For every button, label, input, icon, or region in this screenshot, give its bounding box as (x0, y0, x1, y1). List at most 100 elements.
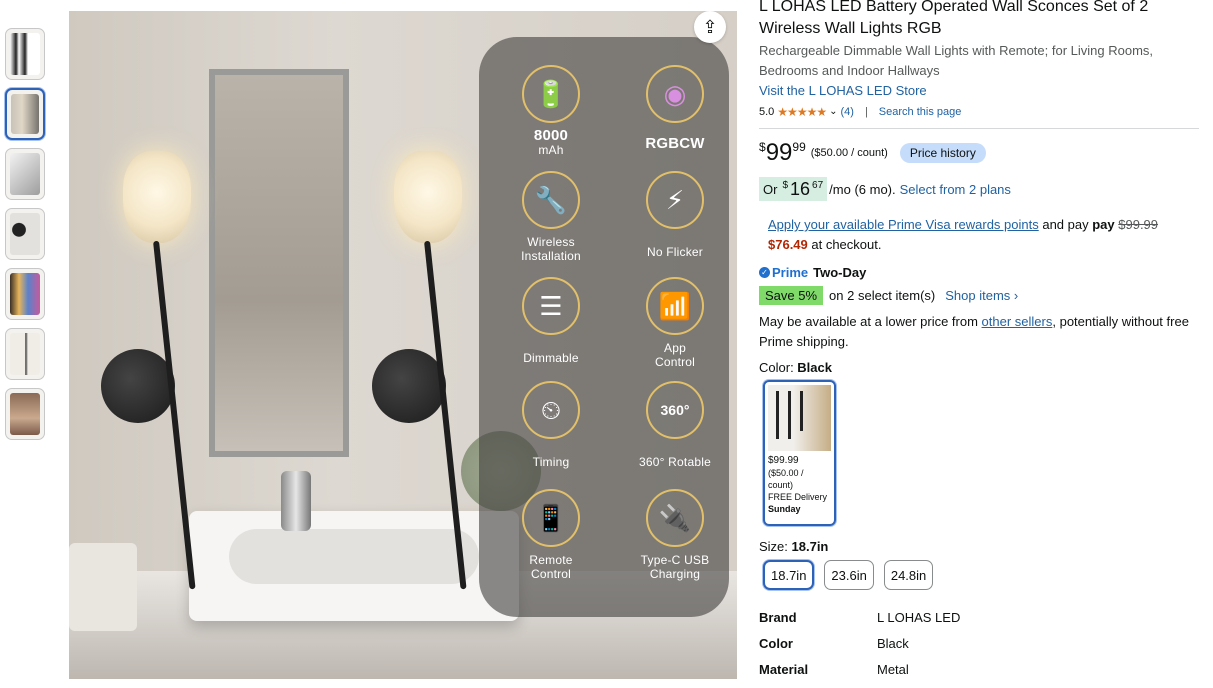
prime-delivery-row: ✓ Prime Two-Day (759, 265, 1199, 280)
thumbnail-1[interactable] (5, 28, 45, 80)
installment-fraction: 67 (812, 180, 824, 191)
lamp-shade (123, 151, 191, 243)
thumbnail-image (11, 94, 39, 134)
prime-delivery-speed: Two-Day (813, 265, 867, 280)
visa-discounted-price: $76.49 (768, 237, 808, 252)
installments-row: Or $ 16 67 /mo (6 mo). Select from 2 pla… (759, 177, 1199, 201)
feature-timing: ⏲ Timing (496, 381, 606, 469)
wrench-icon: 🔧 (522, 171, 580, 229)
rating-value: 5.0 (759, 106, 775, 118)
thumbnail-3[interactable] (5, 148, 45, 200)
visa-original-price: $99.99 (1118, 217, 1159, 232)
thumbnail-5[interactable] (5, 268, 45, 320)
size-label-text: Size: (759, 539, 792, 554)
faucet (281, 471, 311, 531)
select-plans-link[interactable]: Select from 2 plans (900, 182, 1011, 197)
save-row: Save 5% on 2 select item(s) Shop items › (759, 286, 1199, 305)
feature-battery: 🔋 8000 mAh (496, 65, 606, 157)
color-option-price: $99.99 (768, 455, 799, 466)
size-option-18-7in[interactable]: 18.7in (763, 560, 815, 590)
feature-app-control: 📶 App Control (620, 277, 730, 369)
mirror (209, 69, 349, 457)
feature-360-rotable: 360° 360° Rotable (620, 381, 730, 469)
lamp-shade (394, 151, 462, 243)
thumbnail-image (10, 213, 40, 255)
thumbnail-2[interactable] (5, 88, 45, 140)
spec-row: Color Black (759, 630, 1199, 656)
feature-value: RGBCW (645, 135, 705, 152)
thumbnail-image (10, 33, 40, 75)
price-whole: 99 (765, 139, 793, 166)
wall-sconce-left (101, 151, 201, 611)
feature-value: 8000 (533, 127, 569, 144)
spec-value: Black (877, 635, 909, 651)
installment-symbol: $ (782, 180, 789, 191)
color-label: Color: Black (759, 360, 1199, 375)
thumbnail-image (10, 393, 40, 435)
main-product-image[interactable]: 🔋 8000 mAh ◉ RGBCW 🔧 Wireless Installati… (69, 11, 737, 679)
other-sellers-link[interactable]: other sellers (982, 314, 1053, 329)
lower-price-prefix: May be available at a lower price from (759, 314, 982, 329)
color-option-image (768, 385, 831, 451)
battery-icon: 🔋 (522, 65, 580, 123)
feature-label: No Flicker (646, 245, 703, 259)
size-options: 18.7in 23.6in 24.8in (763, 560, 1199, 590)
color-option-per-count: ($50.00 / count) (768, 468, 804, 490)
star-rating-icon[interactable]: ★★★★★ (777, 102, 827, 122)
size-option-23-6in[interactable]: 23.6in (824, 560, 874, 590)
rotate-360-icon: 360° (646, 381, 704, 439)
thumbnail-image (10, 153, 40, 195)
review-count-link[interactable]: (4) (840, 102, 853, 122)
search-page-link[interactable]: Search this page (879, 102, 962, 122)
product-subtitle: Rechargeable Dimmable Wall Lights with R… (759, 43, 1154, 78)
spec-value: Metal (877, 661, 909, 677)
spec-key: Brand (759, 609, 797, 625)
spec-key: Material (759, 661, 809, 677)
size-option-24-8in[interactable]: 24.8in (883, 560, 934, 590)
feature-label: Type-C USB Charging (640, 553, 710, 581)
installment-amount: 16 (790, 179, 811, 199)
color-label-text: Color: (759, 360, 798, 375)
feature-rgbcw: ◉ RGBCW (620, 65, 730, 151)
wall-sconce-right (372, 151, 472, 611)
price-per-count: ($50.00 / count) (810, 147, 888, 159)
store-link[interactable]: Visit the L LOHAS LED Store (759, 81, 1199, 101)
product-details: L LOHAS LED Battery Operated Wall Sconce… (759, 0, 1199, 682)
prime-visa-link[interactable]: Apply your available Prime Visa rewards … (768, 217, 1039, 232)
save-text: on 2 select item(s) (829, 288, 936, 303)
feature-wireless-installation: 🔧 Wireless Installation (496, 171, 606, 263)
thumbnail-6[interactable] (5, 328, 45, 380)
thumbnail-4[interactable] (5, 208, 45, 260)
visa-and-pay: and pay (1038, 217, 1093, 232)
feature-label: Remote Control (529, 553, 573, 581)
prime-logo: ✓ Prime (759, 265, 808, 280)
feature-label: Timing (532, 455, 570, 469)
prime-label: Prime (772, 265, 809, 280)
feature-label: Dimmable (523, 351, 579, 365)
feature-label: 360° Rotable (639, 455, 711, 469)
size-selected: 18.7in (791, 539, 829, 554)
wifi-phone-icon: 📶 (646, 277, 704, 335)
price-row: $ 99 99 ($50.00 / count) Price history (759, 138, 1199, 168)
color-option-day: Sunday (768, 504, 801, 514)
thumbnail-7[interactable] (5, 388, 45, 440)
feature-dimmable: ☰ Dimmable (496, 277, 606, 365)
save-badge: Save 5% (759, 286, 824, 305)
feature-no-flicker: ⚡ No Flicker (620, 171, 730, 259)
spec-table: Brand L LOHAS LED Color Black Material M… (759, 604, 1199, 682)
prime-visa-offer: Apply your available Prime Visa rewards … (768, 217, 1159, 252)
spec-row: Material Metal (759, 656, 1199, 682)
timer-icon: ⏲ (522, 381, 580, 439)
lower-price-notice: May be available at a lower price from o… (759, 312, 1189, 352)
rgb-color-icon: ◉ (646, 65, 704, 123)
price-symbol: $ (759, 140, 766, 154)
share-icon[interactable]: ⇪ (694, 11, 726, 43)
divider (759, 128, 1199, 129)
chevron-down-icon[interactable]: ⌄ (829, 102, 837, 122)
thumbnail-image (10, 273, 40, 315)
installment-price: Or $ 16 67 (759, 177, 828, 201)
wall-plate (372, 349, 446, 423)
price-history-button[interactable]: Price history (899, 143, 986, 163)
color-option-black[interactable]: $99.99 ($50.00 / count) FREE Delivery Su… (763, 380, 836, 526)
shop-items-link[interactable]: Shop items › (945, 288, 1018, 303)
